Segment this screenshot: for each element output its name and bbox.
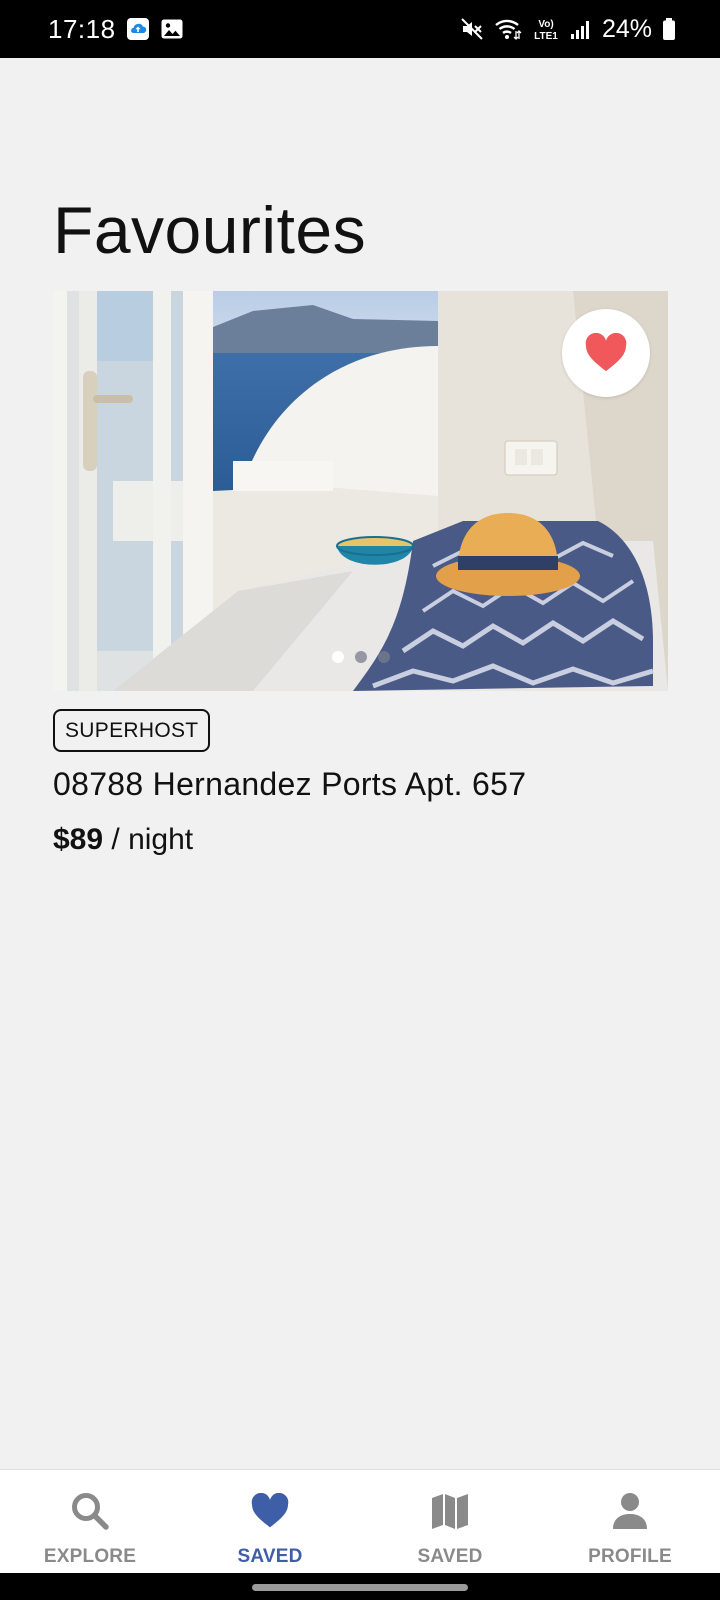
bottom-navigation: EXPLORE SAVED SAVED PROFILE xyxy=(0,1469,720,1573)
svg-text:Vo): Vo) xyxy=(538,19,553,30)
heart-filled-icon xyxy=(585,333,627,372)
battery-icon xyxy=(662,17,676,41)
nav-label-profile: PROFILE xyxy=(588,1546,672,1567)
nav-item-profile[interactable]: PROFILE xyxy=(540,1470,720,1573)
image-icon xyxy=(160,17,184,41)
listing-photo-carousel[interactable] xyxy=(53,291,668,691)
nav-item-explore[interactable]: EXPLORE xyxy=(0,1470,180,1573)
person-icon xyxy=(610,1488,650,1534)
mute-icon xyxy=(460,17,484,41)
battery-percent: 24% xyxy=(601,14,652,43)
page-title: Favourites xyxy=(53,193,367,267)
nav-label-map: SAVED xyxy=(417,1546,483,1567)
photo-pager[interactable] xyxy=(53,651,668,663)
favourite-toggle-button[interactable] xyxy=(562,309,650,397)
home-gesture-handle[interactable] xyxy=(252,1584,468,1591)
wifi-icon xyxy=(494,17,522,41)
heart-icon xyxy=(250,1488,290,1534)
volte-icon: Vo) LTE1 xyxy=(532,16,560,42)
pager-dot-1[interactable] xyxy=(331,651,344,663)
status-bar: 17:18 Vo) LTE1 24% xyxy=(0,0,720,58)
nav-label-saved: SAVED xyxy=(237,1546,303,1567)
status-time: 17:18 xyxy=(48,13,116,44)
system-gesture-area xyxy=(0,1573,720,1600)
listing-card[interactable]: SUPERHOST 08788 Hernandez Ports Apt. 657… xyxy=(53,291,668,857)
status-right: Vo) LTE1 24% xyxy=(460,15,676,44)
pager-dot-2[interactable] xyxy=(354,651,367,663)
search-icon xyxy=(70,1488,110,1534)
superhost-badge: SUPERHOST xyxy=(53,709,211,752)
pager-dot-3[interactable] xyxy=(377,651,390,663)
svg-text:LTE1: LTE1 xyxy=(534,31,558,42)
map-icon xyxy=(430,1488,470,1534)
listing-address: 08788 Hernandez Ports Apt. 657 xyxy=(53,766,527,802)
nav-item-saved[interactable]: SAVED xyxy=(180,1470,360,1573)
listing-price-line: $89 / night xyxy=(53,823,668,857)
listing-price: $89 xyxy=(53,823,104,856)
signal-icon xyxy=(570,18,592,40)
nav-label-explore: EXPLORE xyxy=(43,1546,137,1567)
status-left: 17:18 xyxy=(48,14,184,45)
listing-price-unit: / night xyxy=(111,823,194,856)
nav-item-map[interactable]: SAVED xyxy=(360,1470,540,1573)
cloud-upload-icon xyxy=(126,17,150,41)
